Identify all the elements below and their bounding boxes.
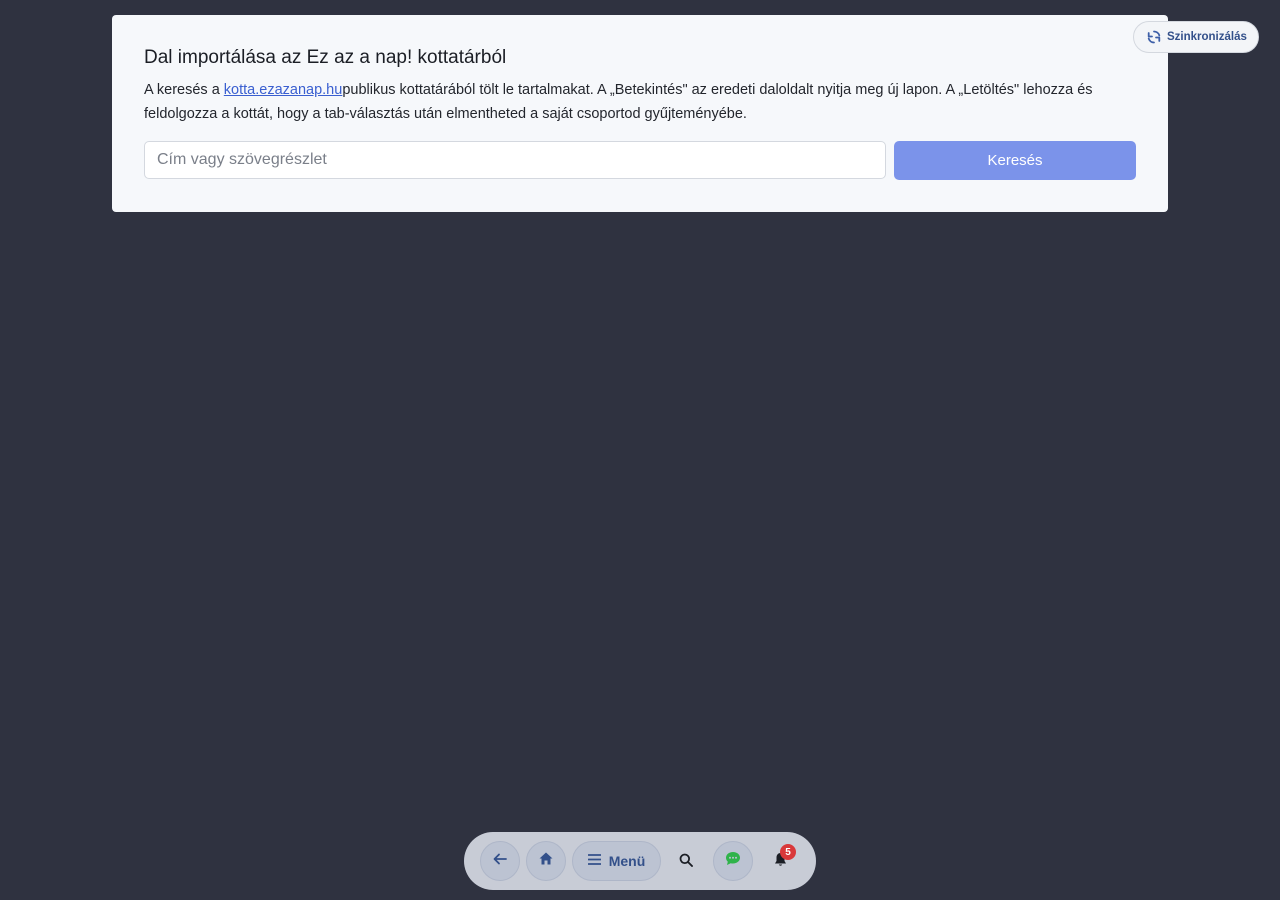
search-input[interactable] [144, 141, 886, 179]
arrow-left-icon [493, 852, 507, 870]
search-icon-button[interactable] [675, 851, 697, 873]
search-row: Keresés [144, 141, 1136, 180]
bottom-nav-bar: Menü 5 [464, 832, 816, 890]
home-icon [539, 852, 553, 870]
menu-button[interactable]: Menü [572, 841, 661, 881]
page-title: Dal importálása az Ez az a nap! kottatár… [144, 47, 507, 68]
source-link[interactable]: kotta.ezazanap.hu [224, 82, 343, 98]
description-prefix: A keresés a [144, 82, 224, 98]
sync-label: Szinkronizálás [1167, 31, 1247, 43]
search-button[interactable]: Keresés [894, 141, 1136, 180]
search-icon [679, 853, 693, 872]
hamburger-icon [587, 852, 602, 870]
import-card: Dal importálása az Ez az a nap! kottatár… [112, 15, 1168, 212]
chat-icon [725, 851, 741, 871]
sync-button[interactable]: Szinkronizálás [1133, 21, 1259, 53]
back-button[interactable] [480, 841, 520, 881]
import-description: A keresés a kotta.ezazanap.hupublikus ko… [144, 78, 1136, 126]
notification-badge: 5 [780, 844, 796, 860]
home-button[interactable] [526, 841, 566, 881]
sync-icon [1146, 29, 1162, 45]
chat-button[interactable] [713, 841, 753, 881]
menu-label: Menü [608, 853, 646, 869]
